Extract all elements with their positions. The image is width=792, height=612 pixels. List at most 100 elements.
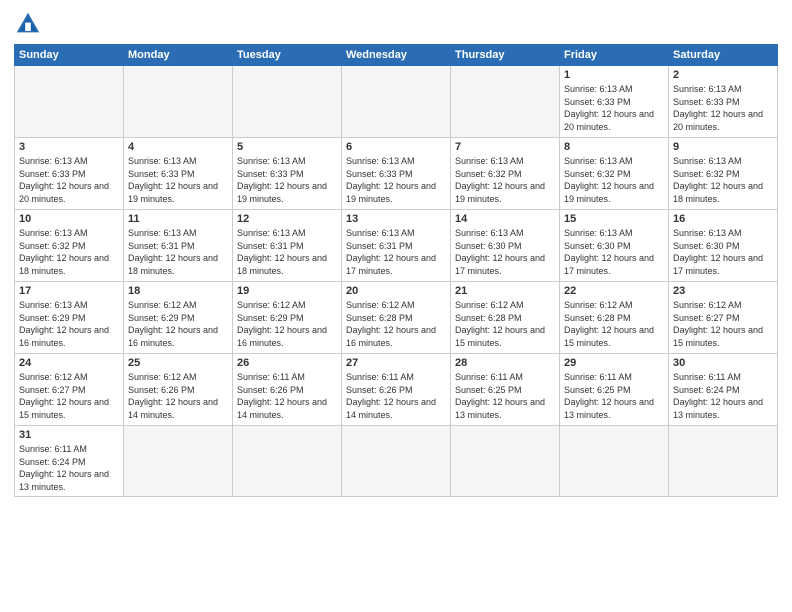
day-cell: 25 Sunrise: 6:12 AM Sunset: 6:26 PM Dayli… [124, 354, 233, 426]
day-cell [342, 426, 451, 497]
day-cell: 20 Sunrise: 6:12 AM Sunset: 6:28 PM Dayli… [342, 282, 451, 354]
day-info: Sunrise: 6:11 AM Sunset: 6:25 PM Dayligh… [564, 371, 664, 421]
day-info: Sunrise: 6:13 AM Sunset: 6:33 PM Dayligh… [19, 155, 119, 205]
day-cell [233, 426, 342, 497]
day-cell: 30 Sunrise: 6:11 AM Sunset: 6:24 PM Dayli… [669, 354, 778, 426]
day-cell: 27 Sunrise: 6:11 AM Sunset: 6:26 PM Dayli… [342, 354, 451, 426]
day-cell [124, 66, 233, 138]
day-info: Sunrise: 6:13 AM Sunset: 6:32 PM Dayligh… [673, 155, 773, 205]
day-cell [560, 426, 669, 497]
day-info: Sunrise: 6:13 AM Sunset: 6:29 PM Dayligh… [19, 299, 119, 349]
week-row-4: 24 Sunrise: 6:12 AM Sunset: 6:27 PM Dayli… [15, 354, 778, 426]
day-number: 24 [19, 357, 119, 369]
day-info: Sunrise: 6:13 AM Sunset: 6:30 PM Dayligh… [564, 227, 664, 277]
page: SundayMondayTuesdayWednesdayThursdayFrid… [0, 0, 792, 612]
day-info: Sunrise: 6:11 AM Sunset: 6:26 PM Dayligh… [346, 371, 446, 421]
day-cell: 18Sunrise: 6:12 AM Sunset: 6:29 PM Dayli… [124, 282, 233, 354]
header [14, 10, 778, 38]
day-cell [451, 66, 560, 138]
day-number: 13 [346, 213, 446, 225]
week-row-1: 3 Sunrise: 6:13 AM Sunset: 6:33 PM Daylig… [15, 138, 778, 210]
day-cell: 24 Sunrise: 6:12 AM Sunset: 6:27 PM Dayli… [15, 354, 124, 426]
weekday-header-tuesday: Tuesday [233, 45, 342, 66]
day-number: 22 [564, 285, 664, 297]
day-number: 28 [455, 357, 555, 369]
day-info: Sunrise: 6:13 AM Sunset: 6:31 PM Dayligh… [128, 227, 228, 277]
day-number: 3 [19, 141, 119, 153]
day-number: 27 [346, 357, 446, 369]
day-info: Sunrise: 6:13 AM Sunset: 6:33 PM Dayligh… [128, 155, 228, 205]
day-number: 21 [455, 285, 555, 297]
day-cell: 2 Sunrise: 6:13 AM Sunset: 6:33 PM Daylig… [669, 66, 778, 138]
day-info: Sunrise: 6:13 AM Sunset: 6:32 PM Dayligh… [19, 227, 119, 277]
day-number: 23 [673, 285, 773, 297]
day-cell: 6 Sunrise: 6:13 AM Sunset: 6:33 PM Daylig… [342, 138, 451, 210]
day-cell [124, 426, 233, 497]
day-number: 10 [19, 213, 119, 225]
day-cell: 26 Sunrise: 6:11 AM Sunset: 6:26 PM Dayli… [233, 354, 342, 426]
day-number: 6 [346, 141, 446, 153]
day-info: Sunrise: 6:13 AM Sunset: 6:33 PM Dayligh… [673, 83, 773, 133]
day-info: Sunrise: 6:13 AM Sunset: 6:31 PM Dayligh… [346, 227, 446, 277]
day-cell [342, 66, 451, 138]
day-number: 17 [19, 285, 119, 297]
day-info: Sunrise: 6:11 AM Sunset: 6:25 PM Dayligh… [455, 371, 555, 421]
weekday-header-monday: Monday [124, 45, 233, 66]
day-cell: 13 Sunrise: 6:13 AM Sunset: 6:31 PM Dayli… [342, 210, 451, 282]
day-cell [233, 66, 342, 138]
day-info: Sunrise: 6:12 AM Sunset: 6:28 PM Dayligh… [346, 299, 446, 349]
day-cell: 22 Sunrise: 6:12 AM Sunset: 6:28 PM Dayli… [560, 282, 669, 354]
day-info: Sunrise: 6:12 AM Sunset: 6:28 PM Dayligh… [564, 299, 664, 349]
day-info: Sunrise: 6:13 AM Sunset: 6:30 PM Dayligh… [455, 227, 555, 277]
day-cell: 28 Sunrise: 6:11 AM Sunset: 6:25 PM Dayli… [451, 354, 560, 426]
day-cell: 5 Sunrise: 6:13 AM Sunset: 6:33 PM Daylig… [233, 138, 342, 210]
day-number: 31 [19, 429, 119, 441]
day-cell: 14 Sunrise: 6:13 AM Sunset: 6:30 PM Dayli… [451, 210, 560, 282]
day-cell: 3 Sunrise: 6:13 AM Sunset: 6:33 PM Daylig… [15, 138, 124, 210]
day-info: Sunrise: 6:12 AM Sunset: 6:27 PM Dayligh… [673, 299, 773, 349]
day-cell [669, 426, 778, 497]
day-cell: 1Sunrise: 6:13 AM Sunset: 6:33 PM Daylig… [560, 66, 669, 138]
day-cell: 19Sunrise: 6:12 AM Sunset: 6:29 PM Dayli… [233, 282, 342, 354]
day-number: 30 [673, 357, 773, 369]
day-cell: 23 Sunrise: 6:12 AM Sunset: 6:27 PM Dayli… [669, 282, 778, 354]
week-row-3: 17 Sunrise: 6:13 AM Sunset: 6:29 PM Dayli… [15, 282, 778, 354]
day-number: 19 [237, 285, 337, 297]
day-number: 15 [564, 213, 664, 225]
day-cell: 8Sunrise: 6:13 AM Sunset: 6:32 PM Daylig… [560, 138, 669, 210]
day-number: 29 [564, 357, 664, 369]
day-number: 2 [673, 69, 773, 81]
week-row-5: 31 Sunrise: 6:11 AM Sunset: 6:24 PM Dayli… [15, 426, 778, 497]
day-cell: 29 Sunrise: 6:11 AM Sunset: 6:25 PM Dayli… [560, 354, 669, 426]
day-number: 14 [455, 213, 555, 225]
day-cell: 12 Sunrise: 6:13 AM Sunset: 6:31 PM Dayli… [233, 210, 342, 282]
day-number: 5 [237, 141, 337, 153]
day-cell: 4 Sunrise: 6:13 AM Sunset: 6:33 PM Daylig… [124, 138, 233, 210]
calendar: SundayMondayTuesdayWednesdayThursdayFrid… [14, 44, 778, 497]
day-info: Sunrise: 6:12 AM Sunset: 6:26 PM Dayligh… [128, 371, 228, 421]
day-info: Sunrise: 6:13 AM Sunset: 6:33 PM Dayligh… [237, 155, 337, 205]
day-info: Sunrise: 6:13 AM Sunset: 6:30 PM Dayligh… [673, 227, 773, 277]
day-info: Sunrise: 6:11 AM Sunset: 6:26 PM Dayligh… [237, 371, 337, 421]
week-row-0: 1 Sunrise: 6:13 AM Sunset: 6:33 PM Daylig… [15, 66, 778, 138]
day-info: Sunrise: 6:11 AM Sunset: 6:24 PM Dayligh… [673, 371, 773, 421]
day-info: Sunrise: 6:12 AM Sunset: 6:27 PM Dayligh… [19, 371, 119, 421]
day-number: 26 [237, 357, 337, 369]
day-info: Sunrise: 6:12 AM Sunset: 6:28 PM Dayligh… [455, 299, 555, 349]
day-number: 25 [128, 357, 228, 369]
weekday-header-saturday: Saturday [669, 45, 778, 66]
day-number: 1 [564, 69, 664, 81]
weekday-header-wednesday: Wednesday [342, 45, 451, 66]
day-number: 7 [455, 141, 555, 153]
day-number: 12 [237, 213, 337, 225]
day-cell: 15 Sunrise: 6:13 AM Sunset: 6:30 PM Dayli… [560, 210, 669, 282]
day-number: 20 [346, 285, 446, 297]
day-info: Sunrise: 6:13 AM Sunset: 6:33 PM Dayligh… [346, 155, 446, 205]
day-info: Sunrise: 6:13 AM Sunset: 6:31 PM Dayligh… [237, 227, 337, 277]
day-number: 9 [673, 141, 773, 153]
day-info: Sunrise: 6:11 AM Sunset: 6:24 PM Dayligh… [19, 443, 119, 493]
day-number: 4 [128, 141, 228, 153]
day-number: 18 [128, 285, 228, 297]
weekday-header-thursday: Thursday [451, 45, 560, 66]
logo-icon [14, 10, 42, 38]
